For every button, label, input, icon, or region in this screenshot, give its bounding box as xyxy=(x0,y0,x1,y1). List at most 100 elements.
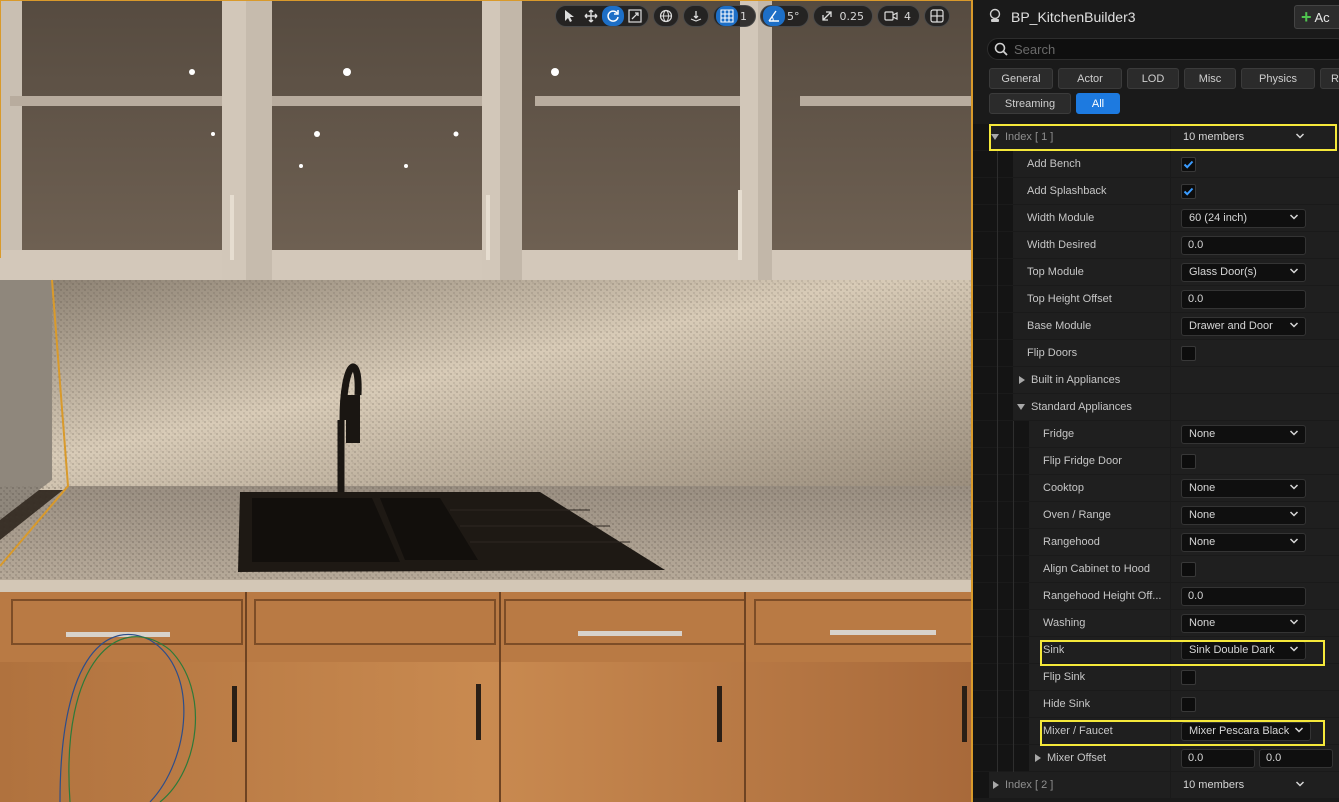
tree-guide xyxy=(997,529,998,556)
rangehood-dropdown[interactable]: None xyxy=(1181,532,1306,552)
tree-guide xyxy=(997,340,998,367)
chevron-down-icon xyxy=(1289,644,1299,657)
sink-dropdown[interactable]: Sink Double Dark xyxy=(1181,640,1306,660)
base-module-dropdown[interactable]: Drawer and Door xyxy=(1181,316,1306,336)
scale-snap-value[interactable]: 0.25 xyxy=(838,10,871,23)
top-module-dropdown[interactable]: Glass Door(s) xyxy=(1181,262,1306,282)
property-label: Flip Fridge Door xyxy=(1043,455,1122,467)
mixer-offset-x-field[interactable]: 0.0 xyxy=(1181,748,1255,768)
property-name-cell[interactable]: Built in Appliances xyxy=(1013,367,1170,393)
tree-guide xyxy=(1013,502,1014,529)
tree-guide xyxy=(997,745,998,772)
align-cabinet-to-hood-checkbox[interactable] xyxy=(1181,561,1196,577)
width-desired-field[interactable]: 0.0 xyxy=(1181,235,1306,255)
property-value-cell: 0.0 xyxy=(1171,286,1339,312)
tab-streaming[interactable]: Streaming xyxy=(989,93,1071,114)
tab-misc[interactable]: Misc xyxy=(1184,68,1236,89)
level-viewport[interactable]: 1 5° 0.25 4 xyxy=(0,0,972,802)
tab-general[interactable]: General xyxy=(989,68,1053,89)
layout-grid-icon[interactable] xyxy=(927,6,947,26)
indent-gutter xyxy=(973,286,1013,312)
chevron-down-icon xyxy=(1289,536,1299,549)
camera-speed-group: 4 xyxy=(877,5,920,27)
indent-gutter xyxy=(973,718,1029,744)
add-splashback-checkbox[interactable] xyxy=(1181,183,1196,199)
flip-sink-checkbox[interactable] xyxy=(1181,669,1196,685)
property-name-cell: Fridge xyxy=(1029,421,1170,447)
mixer-offset-y-field[interactable]: 0.0 xyxy=(1259,748,1333,768)
tree-guide xyxy=(997,178,998,205)
indent-gutter xyxy=(973,772,989,798)
fridge-dropdown[interactable]: None xyxy=(1181,424,1306,444)
expand-arrow-right-icon[interactable] xyxy=(993,781,999,789)
top-height-offset-field[interactable]: 0.0 xyxy=(1181,289,1306,309)
camera-icon[interactable] xyxy=(880,6,902,26)
indent-gutter xyxy=(973,664,1029,690)
grid-snap-value[interactable]: 1 xyxy=(738,10,753,23)
chevron-down-icon xyxy=(1289,212,1299,225)
scale-icon[interactable] xyxy=(624,6,646,26)
dropdown-value: Mixer Pescara Black xyxy=(1189,725,1290,737)
world-space-toggle[interactable] xyxy=(653,5,679,27)
rotate-icon[interactable] xyxy=(602,6,624,26)
width-module-dropdown[interactable]: 60 (24 inch) xyxy=(1181,208,1306,228)
kitchen-scene-render[interactable] xyxy=(0,0,972,802)
cooktop-dropdown[interactable]: None xyxy=(1181,478,1306,498)
flip-doors-checkbox[interactable] xyxy=(1181,345,1196,361)
expand-arrow-down-icon[interactable] xyxy=(991,134,999,140)
property-label: Hide Sink xyxy=(1043,698,1091,710)
rangehood-height-offset-field[interactable]: 0.0 xyxy=(1181,586,1306,606)
actor-title: BP_KitchenBuilder3 xyxy=(1011,9,1136,25)
grid-snap-group: 1 xyxy=(713,5,756,27)
property-row-add-splashback: Add Splashback xyxy=(973,178,1339,205)
select-arrow-icon[interactable] xyxy=(558,6,580,26)
index-1-members-dropdown[interactable]: 10 members xyxy=(1181,128,1311,147)
property-name-cell: Cooktop xyxy=(1029,475,1170,501)
expand-arrow-right-icon[interactable] xyxy=(1019,376,1025,384)
property-name-cell[interactable]: Index [ 1 ] xyxy=(989,124,1170,150)
add-component-button[interactable]: + Ac xyxy=(1294,5,1339,29)
property-label: Index [ 1 ] xyxy=(1005,131,1054,143)
globe-icon[interactable] xyxy=(656,6,676,26)
property-name-cell[interactable]: Standard Appliances xyxy=(1013,394,1170,420)
tree-guide xyxy=(997,691,998,718)
rotate-snap-value[interactable]: 5° xyxy=(785,10,806,23)
property-value-cell: Drawer and Door xyxy=(1171,313,1339,339)
tab-all[interactable]: All xyxy=(1076,93,1120,114)
property-value-cell: 0.0 xyxy=(1171,583,1339,609)
move-icon[interactable] xyxy=(580,6,602,26)
property-row-flip-fridge-door: Flip Fridge Door xyxy=(973,448,1339,475)
property-row-rangehood: Rangehood None xyxy=(973,529,1339,556)
add-bench-checkbox[interactable] xyxy=(1181,156,1196,172)
surface-snapping-toggle[interactable] xyxy=(683,5,709,27)
index-2-members-dropdown[interactable]: 10 members xyxy=(1181,776,1311,795)
washing-dropdown[interactable]: None xyxy=(1181,613,1306,633)
details-search-box[interactable] xyxy=(987,38,1339,60)
tree-guide xyxy=(1013,664,1014,691)
indent-gutter xyxy=(973,151,1013,177)
tab-physics[interactable]: Physics xyxy=(1241,68,1315,89)
scale-snap-icon[interactable] xyxy=(816,6,838,26)
property-row-base-module: Base Module Drawer and Door xyxy=(973,313,1339,340)
search-input[interactable] xyxy=(1014,41,1314,57)
tab-rendering[interactable]: R xyxy=(1320,68,1339,89)
grid-snap-icon[interactable] xyxy=(716,6,738,26)
mixer-faucet-dropdown[interactable]: Mixer Pescara Black xyxy=(1181,721,1311,741)
property-row-cooktop: Cooktop None xyxy=(973,475,1339,502)
viewport-layout-button[interactable] xyxy=(924,5,950,27)
hide-sink-checkbox[interactable] xyxy=(1181,696,1196,712)
oven-range-dropdown[interactable]: None xyxy=(1181,505,1306,525)
property-name-cell: Top Height Offset xyxy=(1013,286,1170,312)
angle-snap-icon[interactable] xyxy=(763,6,785,26)
expand-arrow-right-icon[interactable] xyxy=(1035,754,1041,762)
rotate-snap-group: 5° xyxy=(760,5,809,27)
property-value-cell xyxy=(1171,367,1339,393)
tab-lod[interactable]: LOD xyxy=(1127,68,1179,89)
camera-speed-value[interactable]: 4 xyxy=(902,10,917,23)
expand-arrow-down-icon[interactable] xyxy=(1017,404,1025,410)
property-name-cell[interactable]: Mixer Offset xyxy=(1029,745,1170,771)
property-name-cell[interactable]: Index [ 2 ] xyxy=(989,772,1170,798)
surface-snap-icon[interactable] xyxy=(686,6,706,26)
tab-actor[interactable]: Actor xyxy=(1058,68,1122,89)
flip-fridge-door-checkbox[interactable] xyxy=(1181,453,1196,469)
